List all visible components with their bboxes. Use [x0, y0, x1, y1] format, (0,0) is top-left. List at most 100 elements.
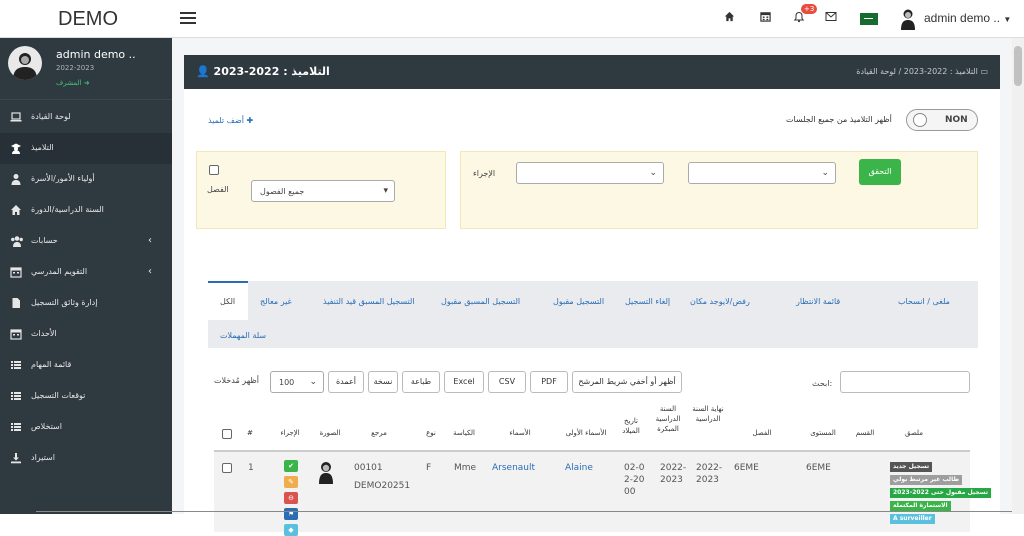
sidebar-item-9[interactable]: توقعات التسجيل — [0, 381, 172, 412]
tab-all-label: الكل — [220, 297, 236, 306]
profile-role-label: المشرف — [56, 79, 82, 87]
sidebar-item-label: التلاميذ — [31, 143, 54, 152]
scrollbar[interactable] — [1012, 38, 1024, 514]
notification-badge: +3 — [801, 4, 818, 14]
edit-action-icon[interactable]: ✎ — [284, 476, 298, 488]
brand-logo[interactable]: DEMO — [58, 8, 118, 31]
breadcrumb: التلاميذ : 2022-2023 / لوحة القيادة ▭ — [856, 67, 988, 76]
sidebar-item-label: قائمة المهام — [31, 360, 72, 369]
select-all-checkbox[interactable] — [222, 429, 232, 439]
profile-role[interactable]: المشرف ➜ — [56, 79, 90, 87]
users-icon — [10, 235, 23, 247]
tag-action-icon[interactable]: ◆ — [284, 524, 298, 536]
row-checkbox[interactable] — [222, 463, 232, 473]
show-all-sessions-label: أظهر التلاميذ من جميع الجلسات — [786, 115, 892, 124]
envelope-icon[interactable] — [824, 11, 838, 25]
col-dob[interactable]: تاريخ الميلاد — [618, 416, 644, 436]
col-gender[interactable]: نوع — [420, 428, 442, 438]
menu-toggle-icon[interactable] — [180, 12, 196, 25]
language-flag-icon[interactable] — [860, 13, 878, 25]
row-firstname-link[interactable]: Alaine — [565, 462, 593, 474]
tab-prereg-pending[interactable]: التسجيل المسبق قيد التنفيذ — [323, 297, 415, 306]
col-class[interactable]: الفصل — [732, 428, 792, 438]
row-early-year: 2022-2023 — [660, 463, 687, 485]
class-select-value: جميع الفصول — [260, 187, 305, 196]
tab-unprocessed[interactable]: غير معالج — [260, 297, 292, 306]
row-dob: 02-02-2000 — [624, 463, 645, 497]
col-ref[interactable]: مرجع — [354, 428, 404, 438]
class-filter-checkbox[interactable] — [209, 165, 219, 175]
pdf-button[interactable]: PDF — [530, 371, 568, 393]
col-name[interactable]: الأسماء — [488, 428, 552, 438]
col-firstname[interactable]: الأسماء الأولى — [560, 428, 612, 438]
class-select[interactable]: جميع الفصول ▾ — [251, 180, 395, 202]
tab-all[interactable]: الكل — [208, 281, 248, 320]
delete-action-icon[interactable]: ⊖ — [284, 492, 298, 504]
tab-waiting-list[interactable]: قائمة الانتظار — [796, 297, 840, 306]
sidebar-item-10[interactable]: استخلاص — [0, 412, 172, 443]
status-tag: الاستمارة المكتملة — [890, 501, 951, 511]
col-title[interactable]: الكياسة — [447, 428, 481, 438]
search-input[interactable] — [840, 371, 970, 393]
breadcrumb-dashboard[interactable]: لوحة القيادة — [856, 67, 896, 76]
sidebar-item-2[interactable]: أولياء الأمور/الأسرة — [0, 164, 172, 195]
scrollbar-thumb[interactable] — [1014, 46, 1022, 86]
check-action-icon[interactable]: ✔ — [284, 460, 298, 472]
home-icon[interactable] — [722, 11, 736, 25]
chevron-left-icon: ‹ — [148, 266, 152, 277]
sidebar-item-4[interactable]: حسابات ‹ — [0, 226, 172, 257]
tab-reg-accepted[interactable]: التسجيل مقبول — [553, 297, 604, 306]
flag-action-icon[interactable]: ⚑ — [284, 508, 298, 520]
sidebar-item-1[interactable]: التلاميذ — [0, 133, 172, 164]
list-icon — [10, 421, 22, 433]
col-action[interactable]: الإجراء — [270, 428, 310, 438]
user-menu[interactable]: admin demo .. ▼ — [924, 11, 1011, 25]
action-label: الإجراء — [473, 169, 496, 178]
page-title-text: التلاميذ : 2022-2023 — [213, 65, 330, 78]
sidebar-item-5[interactable]: التقويم المدرسي ‹ — [0, 257, 172, 288]
status-tag: A surveiller — [890, 514, 935, 524]
class-filter-box: الفصل جميع الفصول ▾ — [196, 151, 446, 229]
tab-reg-cancelled[interactable]: إلغاء التسجيل — [625, 297, 670, 306]
profile-year: 2022-2023 — [56, 64, 95, 72]
sidebar-item-7[interactable]: الأحداث — [0, 319, 172, 350]
csv-button[interactable]: CSV — [488, 371, 526, 393]
sidebar-item-11[interactable]: استيراد — [0, 443, 172, 474]
toggle-filter-button[interactable]: أظهر أو أخفي شريط المرشح — [572, 371, 682, 393]
status-tag: طالب غير مرتبط بولي — [890, 475, 962, 485]
signout-icon: ➜ — [83, 79, 90, 87]
copy-button[interactable]: نسخة — [368, 371, 398, 393]
sidebar-item-8[interactable]: قائمة المهام — [0, 350, 172, 381]
col-end-year[interactable]: نهاية السنة الدراسية — [690, 404, 726, 424]
print-button[interactable]: طباعة — [402, 371, 440, 393]
tab-trash[interactable]: سلة المهملات — [220, 331, 266, 340]
page-header: 👤 التلاميذ : 2022-2023 التلاميذ : 2022-2… — [184, 55, 1000, 89]
col-num[interactable]: # — [247, 428, 253, 438]
action-select-1[interactable]: ⌄ — [516, 162, 664, 184]
sidebar-item-3[interactable]: السنة الدراسية/الدورة — [0, 195, 172, 226]
verify-button[interactable]: التحقق — [859, 159, 901, 185]
calendar-icon[interactable] — [758, 11, 772, 25]
table-row[interactable]: 1 ✔ ✎ ⊖ ⚑ ◆ 00101 DEMO20251 F Mme Arsenau… — [214, 452, 991, 536]
col-level[interactable]: المستوى — [800, 428, 846, 438]
row-ref-id: DEMO20251 — [354, 481, 411, 491]
list-icon — [10, 390, 22, 402]
action-select-2[interactable]: ⌄ — [688, 162, 836, 184]
tab-rejected[interactable]: رفض/لايوجد مكان — [690, 297, 750, 306]
tab-prereg-accepted[interactable]: التسجيل المسبق مقبول — [441, 297, 520, 306]
sidebar-item-0[interactable]: لوحة القيادة — [0, 102, 172, 133]
tab-withdrawn[interactable]: ملغى / انسحاب — [898, 297, 950, 306]
add-student-link[interactable]: أضف تلميذ ✚ — [208, 116, 253, 125]
columns-button[interactable]: أعمدة — [328, 371, 364, 393]
user-avatar[interactable] — [900, 8, 916, 30]
show-all-sessions-toggle[interactable]: NON — [906, 109, 978, 131]
entries-select[interactable]: 100 ⌄ — [270, 371, 324, 393]
col-photo[interactable]: الصورة — [312, 428, 348, 438]
excel-button[interactable]: Excel — [444, 371, 484, 393]
col-section[interactable]: القسم — [852, 428, 878, 438]
sidebar-item-6[interactable]: إدارة وثائق التسجيل — [0, 288, 172, 319]
row-name-link[interactable]: Arsenault — [492, 462, 535, 474]
col-early-year[interactable]: السنة الدراسية المبكرة — [650, 404, 686, 434]
student-icon: 👤 — [196, 65, 210, 78]
col-attached[interactable]: ملصق — [894, 428, 934, 438]
